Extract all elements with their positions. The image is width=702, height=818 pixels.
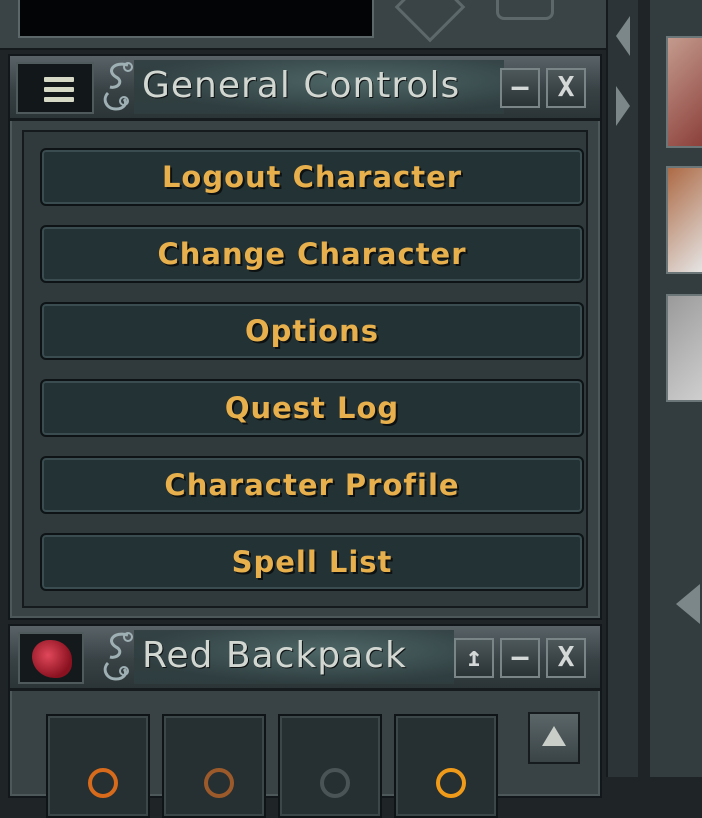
minimize-button[interactable]: – [500, 68, 540, 108]
diamond-icon[interactable] [394, 0, 466, 43]
arrow-right-icon[interactable] [616, 86, 630, 126]
backpack-slot[interactable] [46, 714, 150, 818]
arrow-up-icon [542, 726, 566, 746]
scroll-ornament-icon [103, 632, 133, 681]
quest-log-button[interactable]: Quest Log [40, 379, 584, 437]
window-title: Red Backpack [142, 635, 407, 676]
hamburger-icon [44, 77, 74, 107]
close-button[interactable]: X [546, 68, 586, 108]
upper-panel-remnant [0, 0, 606, 50]
inventory-slot[interactable] [666, 36, 702, 148]
side-scrollbar[interactable] [606, 0, 638, 777]
character-profile-button[interactable]: Character Profile [40, 456, 584, 514]
button-label: Character Profile [164, 468, 460, 502]
upper-panel-viewport [18, 0, 374, 38]
general-controls-titlebar[interactable]: General Controls – X [10, 56, 600, 121]
inventory-slot[interactable] [666, 166, 702, 274]
arrow-left-icon[interactable] [616, 16, 630, 56]
general-controls-window: General Controls – X Logout Character Ch… [8, 54, 602, 620]
arrow-left-icon[interactable] [676, 584, 700, 624]
button-label: Options [244, 314, 380, 348]
inventory-slot[interactable] [666, 294, 702, 402]
rounded-button-icon[interactable] [496, 0, 554, 20]
spell-list-button[interactable]: Spell List [40, 533, 584, 591]
menu-button[interactable] [16, 62, 94, 114]
button-label: Spell List [231, 545, 393, 579]
backpack-slot[interactable] [278, 714, 382, 818]
button-label: Logout Character [161, 160, 463, 194]
general-controls-content: Logout Character Change Character Option… [22, 130, 588, 608]
red-backpack-icon[interactable] [18, 632, 84, 684]
scroll-up-button[interactable] [528, 712, 580, 764]
logout-character-button[interactable]: Logout Character [40, 148, 584, 206]
button-label: Quest Log [224, 391, 400, 425]
button-label: Change Character [157, 237, 467, 271]
change-character-button[interactable]: Change Character [40, 225, 584, 283]
backpack-titlebar[interactable]: Red Backpack ↥ – X [10, 626, 600, 691]
backpack-slot[interactable] [162, 714, 266, 818]
scroll-ornament-icon [103, 62, 133, 111]
options-button[interactable]: Options [40, 302, 584, 360]
close-button[interactable]: X [546, 638, 586, 678]
up-container-button[interactable]: ↥ [454, 638, 494, 678]
red-backpack-window: Red Backpack ↥ – X [8, 624, 602, 818]
minimize-button[interactable]: – [500, 638, 540, 678]
backpack-slot[interactable] [394, 714, 498, 818]
window-title: General Controls [142, 65, 461, 106]
